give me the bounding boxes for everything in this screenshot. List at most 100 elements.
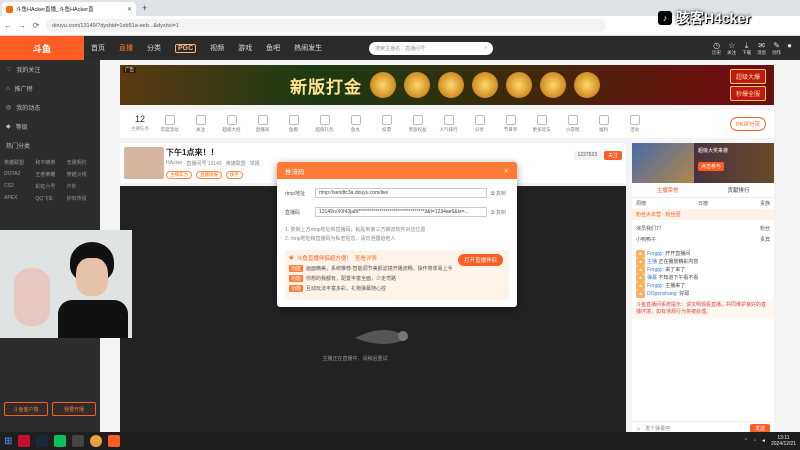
category-item[interactable]: 无畏契约 bbox=[67, 159, 96, 166]
open-assistant-button[interactable]: 打开直播伴侣 bbox=[457, 254, 503, 266]
clock[interactable]: 13:11 2024/12/21 bbox=[771, 435, 796, 447]
category-item[interactable]: 炉石传说 bbox=[67, 195, 96, 202]
category-item[interactable]: 穿越火线 bbox=[67, 171, 96, 178]
gift-item[interactable]: 超级大招 bbox=[216, 115, 247, 133]
pk-button[interactable]: PK评分流 bbox=[730, 117, 766, 131]
forward-icon[interactable]: → bbox=[18, 21, 26, 30]
avatar[interactable]: ● bbox=[787, 41, 792, 56]
promo-detail-link[interactable]: 查看详情 bbox=[355, 254, 377, 262]
network-icon[interactable]: ◔ bbox=[753, 438, 756, 444]
create-button[interactable]: ✎ 创作 bbox=[772, 41, 781, 56]
category-item[interactable]: 英雄联盟 bbox=[4, 159, 33, 166]
tab-honor[interactable]: 主播荣誉 bbox=[656, 186, 678, 194]
search-input[interactable]: 搜索主播名、直播间号 ⌕ bbox=[369, 41, 494, 55]
category-item[interactable]: 户外 bbox=[67, 183, 96, 190]
gift-item[interactable]: 投票 bbox=[371, 115, 402, 133]
gift-item[interactable]: 更多玩法 bbox=[526, 115, 557, 133]
follow-button[interactable]: 关注 bbox=[603, 151, 622, 160]
volume-icon[interactable]: ◄ bbox=[761, 438, 766, 444]
chevron-up-icon[interactable]: ⌃ bbox=[744, 438, 748, 444]
follow-button[interactable]: ☆ 关注 bbox=[727, 41, 736, 56]
nav-video[interactable]: 视频 bbox=[203, 43, 231, 53]
nav-live[interactable]: 直播 bbox=[112, 43, 140, 53]
nav-yuba[interactable]: 鱼吧 bbox=[259, 43, 287, 53]
gift-item[interactable]: 贵族权益 bbox=[402, 115, 433, 133]
category-item[interactable]: QQ飞车 bbox=[35, 195, 64, 202]
url-field[interactable]: douyu.com/13149/?dyshid=1eb51a-eeb...&dy… bbox=[46, 19, 606, 32]
new-tab-button[interactable]: + bbox=[142, 3, 147, 13]
rank-week[interactable]: 周榜 bbox=[636, 200, 646, 207]
sidebar-item-following[interactable]: ♡ 我的关注 bbox=[0, 60, 100, 79]
chrome-icon[interactable] bbox=[90, 435, 103, 447]
right-promo[interactable]: 超级大奖来袭 点击参与 bbox=[632, 143, 774, 183]
download-button[interactable]: ⤓ 下载 bbox=[742, 41, 751, 56]
gift-item[interactable]: 直播间 bbox=[247, 115, 278, 133]
rank-row[interactable]: 小鸭鸭子 贵宾 bbox=[636, 234, 770, 245]
nav-home[interactable]: 首页 bbox=[84, 43, 112, 53]
category-item[interactable]: 和平精英 bbox=[35, 159, 64, 166]
rank-row[interactable]: 演员我们77 粉丝 bbox=[636, 223, 770, 234]
douyu-logo[interactable]: 斗鱼 bbox=[0, 36, 84, 60]
tab-contribution[interactable]: 贡献排行 bbox=[727, 186, 749, 194]
stream-category[interactable]: 英雄联盟 bbox=[226, 160, 246, 167]
gift-item[interactable]: 鱼粮 bbox=[278, 115, 309, 133]
nav-category[interactable]: 分类 bbox=[140, 43, 168, 53]
sidebar-item-feed[interactable]: ◎ 我的动态 bbox=[0, 98, 100, 117]
steam-icon[interactable] bbox=[36, 435, 49, 447]
fan-club[interactable]: 粉丝大本营 · 粉丝团 bbox=[632, 209, 774, 220]
douyu-icon[interactable] bbox=[108, 435, 121, 447]
promo-action-button[interactable]: 点击参与 bbox=[698, 162, 725, 171]
windows-start-icon[interactable]: ⊞ bbox=[4, 436, 12, 447]
rank-noble[interactable]: 贵族 bbox=[760, 200, 770, 207]
search-icon[interactable]: ⌕ bbox=[484, 45, 487, 51]
copy-rtmp-button[interactable]: ⧉ 复制 bbox=[491, 190, 506, 197]
copy-key-button[interactable]: ⧉ 复制 bbox=[491, 209, 506, 216]
app-icon[interactable] bbox=[18, 435, 31, 447]
chat-input[interactable]: 发个弹幕吧 bbox=[645, 425, 670, 432]
category-item[interactable]: APEX bbox=[4, 195, 33, 202]
emoji-icon[interactable]: ☺ bbox=[636, 426, 641, 432]
banner-cta-2[interactable]: 秒爆全服 bbox=[729, 86, 766, 101]
category-item[interactable]: CS2 bbox=[4, 183, 33, 190]
nav-game[interactable]: 游戏 bbox=[231, 43, 259, 53]
category-item[interactable]: 王者荣耀 bbox=[35, 171, 64, 178]
banner-cta-1[interactable]: 超级大爆 bbox=[729, 69, 766, 84]
nav-hot[interactable]: 热闹发生 bbox=[287, 43, 329, 53]
browser-tab[interactable]: 斗鱼HAcker直播_斗鱼HAcker直 ✕ bbox=[2, 2, 136, 16]
stream-tag[interactable]: 快手 bbox=[226, 171, 243, 179]
ad-banner[interactable]: 广告 新版打金 超级大爆 秒爆全服 bbox=[120, 65, 774, 105]
app-icon[interactable] bbox=[72, 435, 85, 447]
close-icon[interactable]: ✕ bbox=[504, 167, 509, 175]
gift-item[interactable]: 关注 bbox=[185, 115, 216, 133]
gift-item[interactable]: 福利 bbox=[588, 115, 619, 133]
gift-item[interactable]: 分享 bbox=[464, 115, 495, 133]
client-download-button[interactable]: 斗鱼客户端 bbox=[4, 402, 48, 416]
start-stream-button[interactable]: 我要开播 bbox=[52, 402, 96, 416]
gift-item[interactable]: 超值礼包 bbox=[309, 115, 340, 133]
history-button[interactable]: ◷ 历史 bbox=[712, 41, 721, 56]
streamer-avatar[interactable] bbox=[124, 147, 164, 179]
gift-item[interactable]: 小游戏 bbox=[557, 115, 588, 133]
sidebar-item-level[interactable]: ◆ 等级 bbox=[0, 117, 100, 136]
report-link[interactable]: 举报 bbox=[250, 160, 260, 167]
stream-tag[interactable]: 直播周报 bbox=[196, 171, 222, 179]
close-tab-icon[interactable]: ✕ bbox=[127, 6, 132, 13]
gift-item[interactable]: 人气排行 bbox=[433, 115, 464, 133]
category-item[interactable]: DOTA2 bbox=[4, 171, 33, 178]
gift-item[interactable]: 年度活动 bbox=[154, 115, 185, 133]
wechat-icon[interactable] bbox=[54, 435, 67, 447]
streamer-name[interactable]: HAcker bbox=[166, 160, 182, 167]
sidebar-item-promo[interactable]: ⌂ 推广榜 bbox=[0, 79, 100, 98]
gift-item[interactable]: 节目单 bbox=[495, 115, 526, 133]
task-count[interactable]: 12 主播任务 bbox=[126, 115, 154, 133]
key-field[interactable]: 13149rvX0f43ja8t************************… bbox=[315, 207, 487, 217]
message-button[interactable]: ✉ 消息 bbox=[757, 41, 766, 56]
nav-pgc[interactable]: PGC bbox=[175, 43, 197, 53]
gift-item[interactable]: 活动 bbox=[619, 115, 650, 133]
back-icon[interactable]: ← bbox=[4, 21, 12, 30]
stream-tag[interactable]: 主播实力 bbox=[166, 171, 192, 179]
rtmp-field[interactable]: rtmp://sendtc3a.douyu.com/live bbox=[315, 188, 487, 198]
gift-item[interactable]: 鱼丸 bbox=[340, 115, 371, 133]
category-item[interactable]: 彩虹六号 bbox=[35, 183, 64, 190]
reload-icon[interactable]: ⟳ bbox=[32, 21, 40, 30]
